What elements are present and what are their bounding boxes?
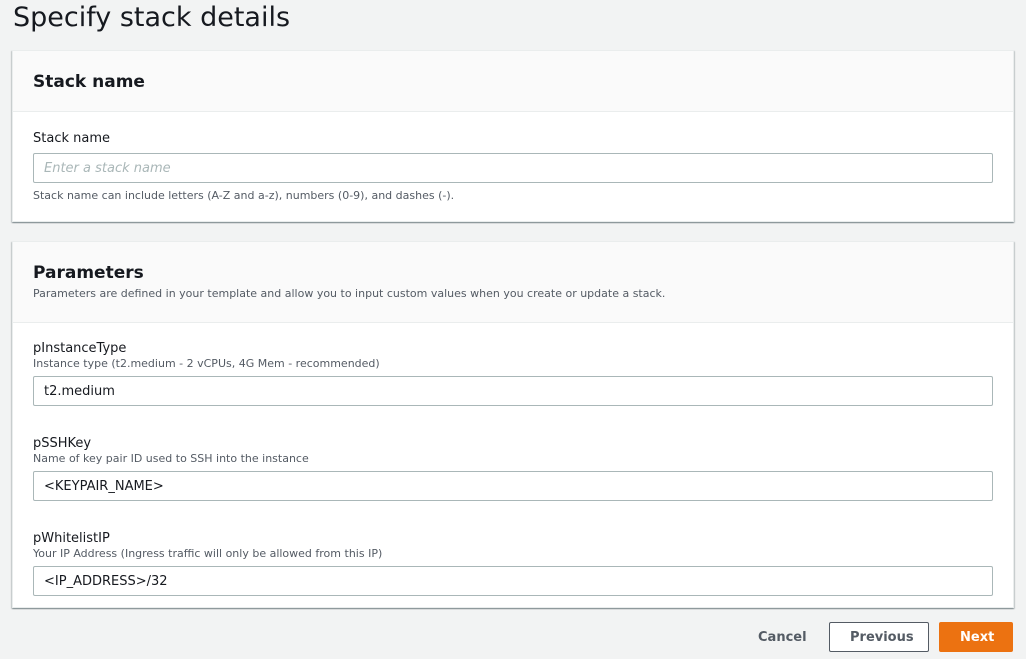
stack-name-heading: Stack name: [33, 72, 145, 92]
stack-name-panel-header: Stack name: [13, 51, 1013, 112]
param-instance-type: pInstanceType Instance type (t2.medium -…: [33, 341, 993, 406]
param-ssh-key: pSSHKey Name of key pair ID used to SSH …: [33, 436, 993, 501]
param-label: pInstanceType: [33, 341, 127, 356]
param-whitelist-ip: pWhitelistIP Your IP Address (Ingress tr…: [33, 531, 993, 596]
cancel-button[interactable]: Cancel: [738, 622, 812, 652]
parameters-description: Parameters are defined in your template …: [33, 287, 666, 300]
param-label: pSSHKey: [33, 436, 92, 451]
param-description: Your IP Address (Ingress traffic will on…: [33, 547, 383, 560]
previous-button[interactable]: Previous: [829, 622, 929, 652]
parameters-panel-body: pInstanceType Instance type (t2.medium -…: [13, 341, 1013, 596]
whitelist-ip-input[interactable]: [33, 566, 993, 596]
instance-type-input[interactable]: [33, 376, 993, 406]
ssh-key-input[interactable]: [33, 471, 993, 501]
param-description: Name of key pair ID used to SSH into the…: [33, 452, 309, 465]
stack-name-panel: Stack name Stack name Stack name can inc…: [12, 50, 1014, 222]
next-button[interactable]: Next: [939, 622, 1013, 652]
stack-name-panel-body: Stack name Stack name can include letter…: [13, 130, 1013, 202]
page-title: Specify stack details: [13, 2, 291, 33]
param-label: pWhitelistIP: [33, 531, 110, 546]
stack-name-hint: Stack name can include letters (A-Z and …: [33, 189, 455, 202]
param-description: Instance type (t2.medium - 2 vCPUs, 4G M…: [33, 357, 380, 370]
stack-name-field-label: Stack name: [33, 131, 110, 146]
stack-name-input[interactable]: [33, 153, 993, 183]
parameters-panel: Parameters Parameters are defined in you…: [12, 241, 1014, 608]
parameters-panel-header: Parameters Parameters are defined in you…: [13, 242, 1013, 323]
parameters-heading: Parameters: [33, 263, 144, 283]
